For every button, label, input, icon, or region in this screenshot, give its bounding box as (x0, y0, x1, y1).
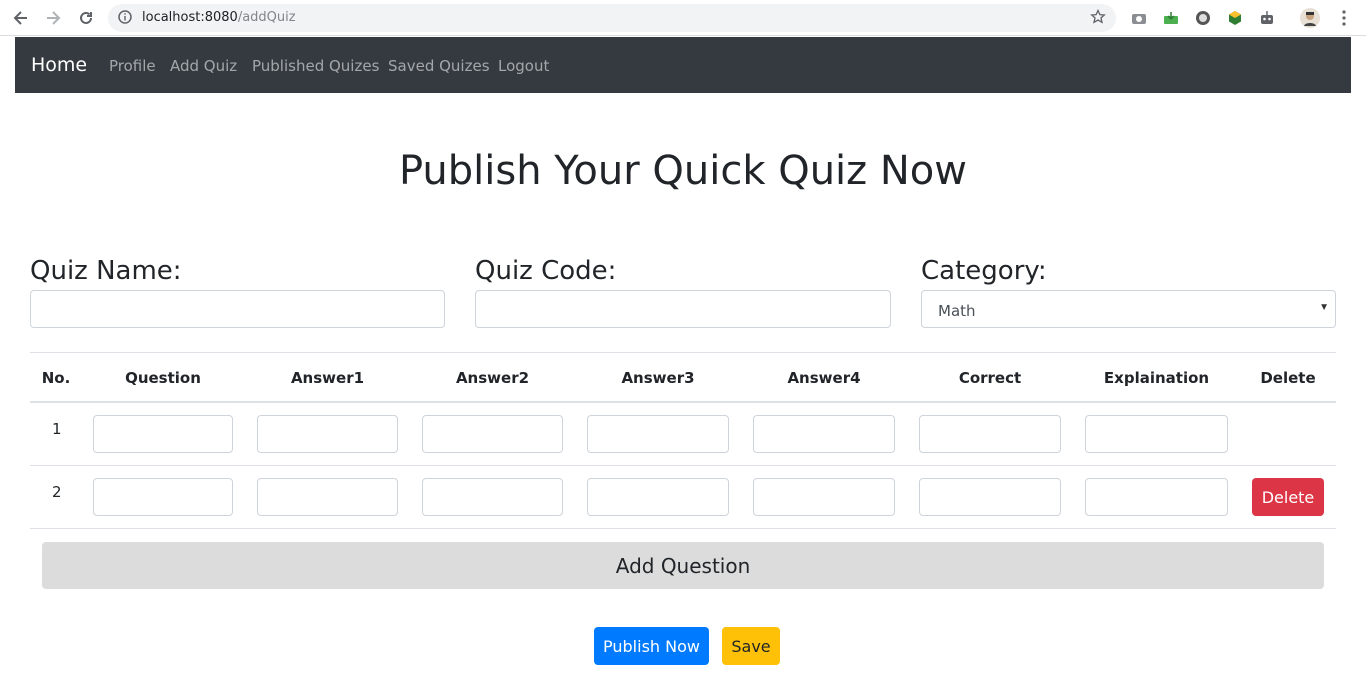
row-number: 1 (52, 420, 62, 438)
answer3-input[interactable] (587, 415, 729, 453)
question-input[interactable] (93, 415, 233, 453)
question-input[interactable] (93, 478, 233, 516)
quiz-name-label: Quiz Name: (30, 256, 182, 286)
header-explanation: Explaination (1103, 369, 1210, 387)
table-header-border (30, 401, 1336, 403)
delete-row-button[interactable]: Delete (1252, 478, 1324, 516)
url-path: /addQuiz (237, 10, 296, 25)
header-correct: Correct (958, 369, 1022, 387)
answer4-input[interactable] (753, 415, 895, 453)
header-answer2: Answer2 (455, 369, 530, 387)
header-answer4: Answer4 (787, 369, 861, 387)
explanation-input[interactable] (1085, 415, 1228, 453)
header-delete: Delete (1260, 369, 1316, 387)
answer4-input[interactable] (753, 478, 895, 516)
add-question-button[interactable]: Add Question (42, 542, 1324, 589)
robot-extension-icon[interactable] (1257, 8, 1277, 28)
nav-link-saved-quizes[interactable]: Saved Quizes (388, 57, 490, 75)
quiz-code-input[interactable] (475, 290, 891, 328)
row-divider (30, 465, 1336, 466)
info-icon[interactable] (118, 10, 132, 29)
header-question: Question (125, 369, 201, 387)
download-extension-icon[interactable] (1161, 8, 1181, 28)
url-text: localhost:8080/addQuiz (142, 10, 296, 25)
forward-icon[interactable] (41, 6, 65, 30)
cube-extension-icon[interactable] (1225, 8, 1245, 28)
nav-link-published-quizes[interactable]: Published Quizes (252, 57, 379, 75)
row-number: 2 (52, 483, 62, 501)
answer1-input[interactable] (257, 478, 398, 516)
bookmark-star-icon[interactable] (1090, 8, 1106, 30)
round-extension-icon[interactable] (1193, 8, 1213, 28)
row-divider (30, 528, 1336, 529)
browser-toolbar: localhost:8080/addQuiz (0, 0, 1366, 36)
category-selected-value: Math (938, 302, 976, 320)
nav-link-add-quiz[interactable]: Add Quiz (170, 57, 237, 75)
header-no: No. (41, 369, 71, 387)
publish-now-button[interactable]: Publish Now (594, 627, 709, 665)
correct-input[interactable] (919, 415, 1061, 453)
nav-link-logout[interactable]: Logout (498, 57, 549, 75)
explanation-input[interactable] (1085, 478, 1228, 516)
category-label: Category: (921, 256, 1047, 286)
back-icon[interactable] (9, 6, 33, 30)
camera-extension-icon[interactable] (1129, 8, 1149, 28)
url-host: localhost:8080 (142, 10, 238, 25)
answer3-input[interactable] (587, 478, 729, 516)
chevron-down-icon: ▼ (1319, 302, 1329, 313)
address-bar[interactable]: localhost:8080/addQuiz (108, 4, 1116, 32)
top-navbar: Home Profile Add Quiz Published Quizes S… (15, 37, 1351, 93)
navbar-brand-home[interactable]: Home (31, 54, 87, 76)
save-button[interactable]: Save (722, 627, 780, 665)
quiz-code-label: Quiz Code: (475, 256, 617, 286)
reload-icon[interactable] (74, 6, 98, 30)
answer2-input[interactable] (422, 415, 563, 453)
table-top-border (30, 352, 1336, 353)
profile-avatar-icon[interactable] (1300, 8, 1320, 28)
quiz-name-input[interactable] (30, 290, 445, 328)
answer1-input[interactable] (257, 415, 398, 453)
answer2-input[interactable] (422, 478, 563, 516)
header-answer1: Answer1 (290, 369, 365, 387)
header-answer3: Answer3 (621, 369, 695, 387)
nav-link-profile[interactable]: Profile (109, 57, 156, 75)
browser-menu-icon[interactable] (1334, 8, 1354, 28)
category-select[interactable]: Math ▼ (921, 290, 1336, 328)
page-title: Publish Your Quick Quiz Now (399, 148, 967, 194)
correct-input[interactable] (919, 478, 1061, 516)
